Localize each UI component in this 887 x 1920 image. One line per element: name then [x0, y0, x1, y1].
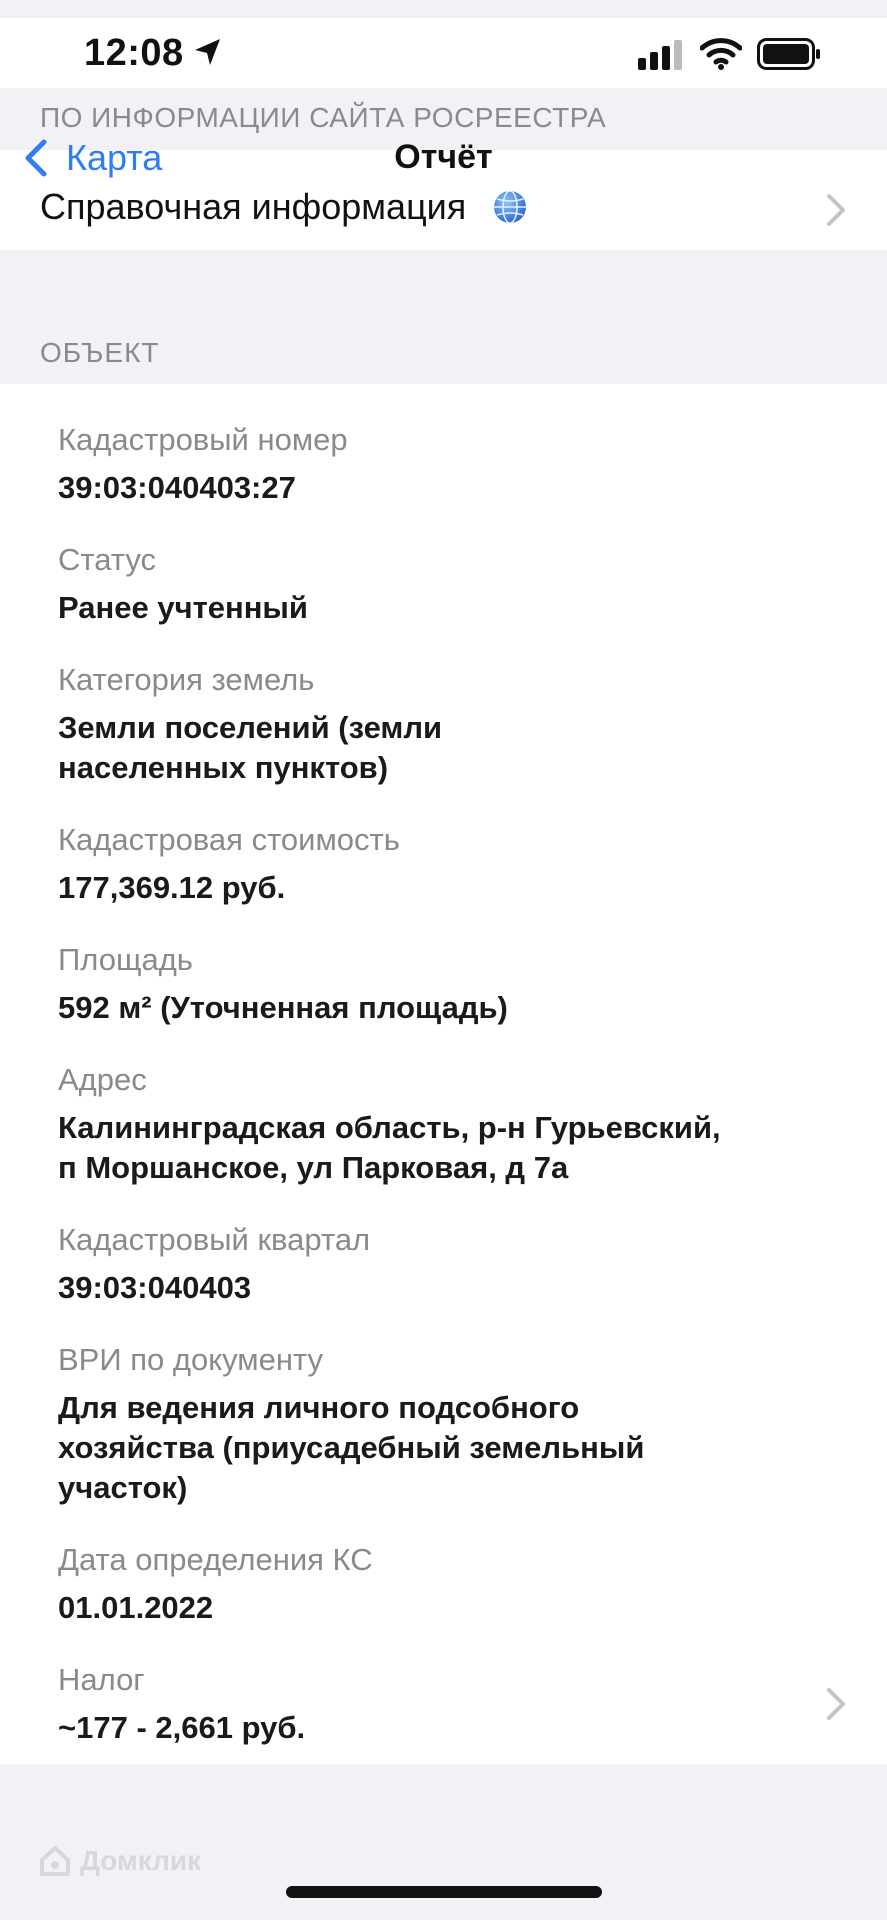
battery-icon	[757, 38, 820, 70]
cellular-signal-icon	[638, 40, 682, 70]
field-valuation-date: Дата определения КС 01.01.2022	[58, 1540, 838, 1628]
field-permitted-use: ВРИ по документу Для ведения личного под…	[58, 1340, 838, 1508]
field-value: 39:03:040403	[58, 1270, 252, 1305]
field-area: Площадь 592 м² (Уточненная площадь)	[58, 940, 838, 1028]
field-value-line: участок)	[58, 1470, 188, 1505]
field-label: Кадастровая стоимость	[58, 822, 400, 857]
field-value: Ранее учтенный	[58, 590, 308, 625]
field-value: Земли поселений (земли населенных пункто…	[58, 708, 838, 788]
field-value-line: Для ведения личного подсобного	[58, 1390, 580, 1425]
page-title: Отчёт	[394, 138, 493, 176]
field-value: 177,369.12 руб.	[58, 870, 286, 905]
domclick-watermark: Домклик	[38, 1844, 201, 1878]
field-label: Кадастровый номер	[58, 422, 348, 457]
field-label: ВРИ по документу	[58, 1342, 323, 1377]
field-cadastral-number: Кадастровый номер 39:03:040403:27	[58, 420, 838, 508]
field-value-line: населенных пунктов)	[58, 750, 389, 785]
field-cadastral-value: Кадастровая стоимость 177,369.12 руб.	[58, 820, 838, 908]
globe-icon	[494, 190, 527, 224]
field-label: Адрес	[58, 1062, 147, 1097]
reference-info-label: Справочная информация	[40, 186, 467, 227]
field-label: Дата определения КС	[58, 1542, 373, 1577]
field-tax[interactable]: Налог ~177 - 2,661 руб.	[58, 1660, 838, 1748]
object-details-card: Кадастровый номер 39:03:040403:27 Статус…	[0, 384, 887, 1764]
field-value: Для ведения личного подсобного хозяйства…	[58, 1388, 838, 1508]
field-value: ~177 - 2,661 руб.	[58, 1710, 306, 1745]
field-status: Статус Ранее учтенный	[58, 540, 838, 628]
home-indicator[interactable]	[286, 1886, 602, 1898]
navigation-bar: ПО ИНФОРМАЦИИ САЙТА РОСРЕЕСТРА Карта Отч…	[0, 88, 887, 250]
wifi-icon	[700, 38, 742, 70]
watermark-text: Домклик	[80, 1845, 202, 1876]
field-value-line: Калининградская область, р-н Гурьевский,	[58, 1110, 721, 1145]
field-value: 01.01.2022	[58, 1590, 214, 1625]
status-bar: 12:08	[0, 18, 887, 88]
field-value: 592 м² (Уточненная площадь)	[58, 990, 508, 1025]
location-arrow-icon	[195, 39, 220, 65]
field-value-line: хозяйства (приусадебный земельный	[58, 1430, 645, 1465]
rosreestr-section-header: ПО ИНФОРМАЦИИ САЙТА РОСРЕЕСТРА	[40, 102, 607, 133]
field-value-line: п Моршанское, ул Парковая, д 7а	[58, 1150, 569, 1185]
chevron-right-icon[interactable]	[825, 1686, 847, 1722]
field-value: Калининградская область, р-н Гурьевский,…	[58, 1108, 838, 1188]
field-value: 39:03:040403:27	[58, 470, 296, 505]
field-label: Налог	[58, 1662, 145, 1697]
domclick-logo-icon	[40, 1846, 70, 1876]
reference-info-row[interactable]: Справочная информация	[40, 186, 528, 228]
field-label: Статус	[58, 542, 156, 577]
field-value-line: Земли поселений (земли	[58, 710, 443, 745]
status-time: 12:08	[84, 32, 184, 74]
field-label: Площадь	[58, 942, 193, 977]
field-address: Адрес Калининградская область, р-н Гурье…	[58, 1060, 838, 1188]
field-label: Кадастровый квартал	[58, 1222, 371, 1257]
field-cadastral-quarter: Кадастровый квартал 39:03:040403	[58, 1220, 838, 1308]
chevron-right-icon[interactable]	[825, 192, 847, 228]
field-land-category: Категория земель Земли поселений (земли …	[58, 660, 838, 788]
object-section-header: ОБЪЕКТ	[40, 337, 160, 368]
field-label: Категория земель	[58, 662, 315, 697]
